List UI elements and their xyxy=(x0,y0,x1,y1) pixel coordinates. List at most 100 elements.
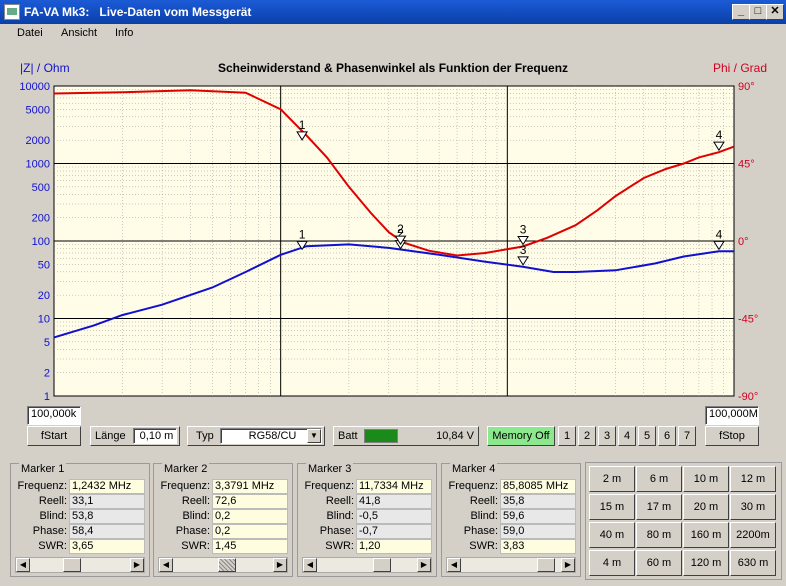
length-button[interactable]: 12 m xyxy=(730,466,776,492)
marker-row-label: SWR: xyxy=(181,540,210,552)
menu-info[interactable]: Info xyxy=(115,27,133,39)
marker-row-value: 1,20 xyxy=(356,539,432,554)
y-right-tick-label: 0° xyxy=(738,236,749,248)
app-title: FA-VA Mk3: xyxy=(24,5,90,19)
scroll-left-icon[interactable]: ◀ xyxy=(16,558,30,572)
length-button[interactable]: 20 m xyxy=(683,494,729,520)
scroll-left-icon[interactable]: ◀ xyxy=(303,558,317,572)
length-button[interactable]: 4 m xyxy=(589,550,635,576)
laenge-group: Länge 0,10 m xyxy=(90,426,180,446)
y-left-tick-label: 5000 xyxy=(26,104,50,116)
marker-row-value: 0,2 xyxy=(212,509,288,524)
y-right-tick-label: 90° xyxy=(738,81,755,93)
length-button[interactable]: 6 m xyxy=(636,466,682,492)
fstop-button[interactable]: fStop xyxy=(705,426,759,446)
marker-row-value: 53,8 xyxy=(69,509,145,524)
marker-title: Marker 1 xyxy=(19,463,67,475)
memory-slot-button[interactable]: 1 xyxy=(558,426,576,446)
marker-row-value: 3,3791 MHz xyxy=(212,479,288,494)
y-left-tick-label: 100 xyxy=(32,236,50,248)
length-button[interactable]: 2 m xyxy=(589,466,635,492)
menu-datei[interactable]: Datei xyxy=(17,27,43,39)
scroll-right-icon[interactable]: ▶ xyxy=(561,558,575,572)
marker-row-label: Reell: xyxy=(469,495,498,507)
y-right-tick-label: -45° xyxy=(738,314,758,326)
marker-row-label: Blind: xyxy=(39,510,67,522)
memory-slot-button[interactable]: 2 xyxy=(578,426,596,446)
fstart-button[interactable]: fStart xyxy=(27,426,81,446)
memory-slot-button[interactable]: 3 xyxy=(598,426,616,446)
length-button[interactable]: 30 m xyxy=(730,494,776,520)
slider-thumb[interactable] xyxy=(62,558,81,572)
y-left-label: |Z| / Ohm xyxy=(20,61,70,75)
marker-row-label: Blind: xyxy=(470,510,498,522)
marker-row: Blind: 0,2 xyxy=(154,509,292,524)
marker-slider[interactable]: ◀ ▶ xyxy=(302,557,432,573)
laenge-input[interactable]: 0,10 m xyxy=(133,428,177,444)
marker-row-value: 3,83 xyxy=(500,539,576,554)
marker-row-label: Phase: xyxy=(175,525,210,537)
typ-select[interactable]: RG58/CU ▼ xyxy=(220,428,322,444)
scroll-right-icon[interactable]: ▶ xyxy=(130,558,144,572)
marker-row: Frequenz: 1,2432 MHz xyxy=(11,479,149,494)
close-button[interactable]: ✕ xyxy=(766,4,784,20)
marker-row-label: Frequenz: xyxy=(448,480,498,492)
marker-row-value: 85,8085 MHz xyxy=(500,479,576,494)
memory-slot-button[interactable]: 7 xyxy=(678,426,696,446)
marker-row-value: 58,4 xyxy=(69,524,145,539)
batt-label: Batt xyxy=(338,430,358,442)
fstop-input[interactable]: 100,000M xyxy=(705,406,759,425)
length-button[interactable]: 15 m xyxy=(589,494,635,520)
scroll-right-icon[interactable]: ▶ xyxy=(273,558,287,572)
marker-row-label: Reell: xyxy=(38,495,67,507)
y-left-tick-label: 50 xyxy=(38,259,50,271)
fstart-input[interactable]: 100,000k xyxy=(27,406,81,425)
y-left-tick-label: 200 xyxy=(32,213,50,225)
scroll-right-icon[interactable]: ▶ xyxy=(417,558,431,572)
marker-row-label: Frequenz: xyxy=(304,480,354,492)
scroll-left-icon[interactable]: ◀ xyxy=(447,558,461,572)
memory-slot-button[interactable]: 5 xyxy=(638,426,656,446)
scroll-left-icon[interactable]: ◀ xyxy=(159,558,173,572)
length-button[interactable]: 160 m xyxy=(683,522,729,548)
memory-slot-button[interactable]: 6 xyxy=(658,426,676,446)
marker-label: 3 xyxy=(520,222,527,236)
length-button[interactable]: 10 m xyxy=(683,466,729,492)
marker-title: Marker 2 xyxy=(162,463,210,475)
marker-slider[interactable]: ◀ ▶ xyxy=(158,557,288,573)
slider-thumb[interactable] xyxy=(218,558,237,572)
slider-thumb[interactable] xyxy=(372,558,391,572)
marker-row-value: -0,7 xyxy=(356,524,432,539)
memory-button[interactable]: Memory Off xyxy=(487,426,555,446)
marker-row: Reell: 33,1 xyxy=(11,494,149,509)
length-button[interactable]: 17 m xyxy=(636,494,682,520)
length-button[interactable]: 630 m xyxy=(730,550,776,576)
length-button[interactable]: 2200m xyxy=(730,522,776,548)
slider-thumb[interactable] xyxy=(537,558,556,572)
marker-row: Reell: 41,8 xyxy=(298,494,436,509)
marker-label: 1 xyxy=(299,227,306,241)
marker-row-value: 0,2 xyxy=(212,524,288,539)
length-button[interactable]: 120 m xyxy=(683,550,729,576)
marker-row-value: 59,6 xyxy=(500,509,576,524)
minimize-button[interactable]: _ xyxy=(732,4,750,20)
marker-slider[interactable]: ◀ ▶ xyxy=(15,557,145,573)
y-left-tick-label: 500 xyxy=(32,182,50,194)
maximize-button[interactable]: □ xyxy=(749,4,767,20)
marker-row-value: 33,1 xyxy=(69,494,145,509)
marker-label: 2 xyxy=(397,222,404,236)
battery-bar xyxy=(364,429,398,443)
menu-ansicht[interactable]: Ansicht xyxy=(61,27,97,39)
chevron-down-icon[interactable]: ▼ xyxy=(307,429,321,443)
y-left-tick-label: 20 xyxy=(38,290,50,302)
length-button[interactable]: 40 m xyxy=(589,522,635,548)
memory-slot-button[interactable]: 4 xyxy=(618,426,636,446)
marker-row-label: SWR: xyxy=(325,540,354,552)
marker-slider[interactable]: ◀ ▶ xyxy=(446,557,576,573)
length-button[interactable]: 60 m xyxy=(636,550,682,576)
marker-row-value: 59,0 xyxy=(500,524,576,539)
marker-row-label: Phase: xyxy=(319,525,354,537)
length-button[interactable]: 80 m xyxy=(636,522,682,548)
marker-row: Frequenz: 85,8085 MHz xyxy=(442,479,580,494)
marker-label: 4 xyxy=(716,227,723,241)
